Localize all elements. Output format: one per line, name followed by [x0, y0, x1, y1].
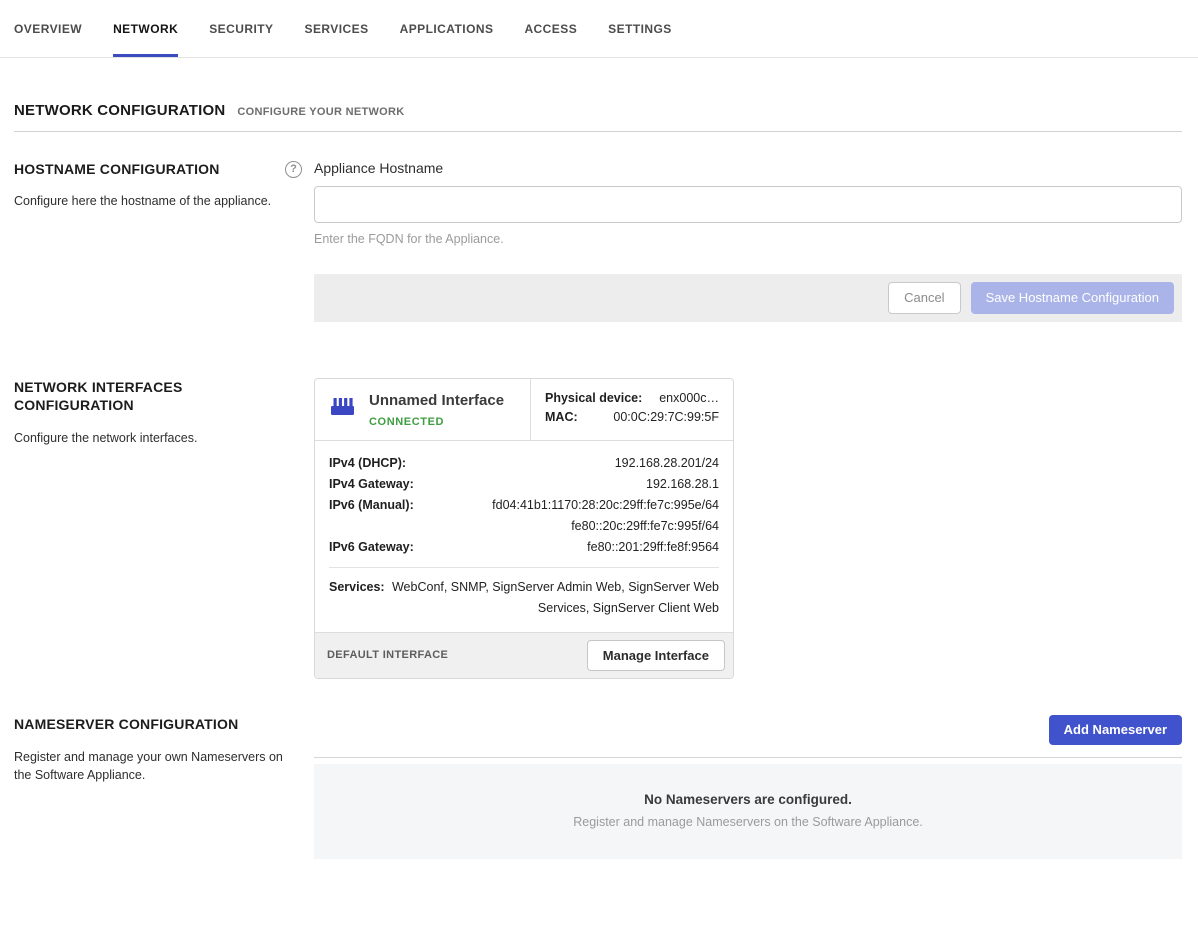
tab-services[interactable]: SERVICES	[305, 0, 369, 57]
manage-interface-button[interactable]: Manage Interface	[587, 640, 725, 672]
row-label: IPv6 Gateway:	[329, 537, 414, 558]
interfaces-section-aside: NETWORK INTERFACES CONFIGURATION Configu…	[14, 378, 314, 680]
interface-card-footer: DEFAULT INTERFACE Manage Interface	[315, 632, 733, 679]
ipv4-dhcp-row: IPv4 (DHCP): 192.168.28.201/24	[329, 453, 719, 474]
cancel-button[interactable]: Cancel	[888, 282, 960, 314]
row-value: fd04:41b1:1170:28:20c:29ff:fe7c:995e/64 …	[414, 495, 719, 537]
physical-device-row: Physical device: enx000c…	[545, 391, 719, 405]
nameserver-section-desc: Register and manage your own Nameservers…	[14, 748, 302, 786]
add-nameserver-button[interactable]: Add Nameserver	[1049, 715, 1182, 745]
services-label: Services:	[329, 577, 385, 619]
physical-device-value: enx000c…	[659, 391, 719, 405]
interface-status-badge: CONNECTED	[369, 416, 504, 428]
nameserver-empty-state: No Nameservers are configured. Register …	[314, 764, 1182, 859]
page-title: NETWORK CONFIGURATION	[14, 102, 225, 119]
mac-row: MAC: 00:0C:29:7C:99:5F	[545, 410, 719, 424]
interface-name: Unnamed Interface	[369, 392, 504, 409]
page-header: NETWORK CONFIGURATION CONFIGURE YOUR NET…	[14, 102, 1182, 119]
hostname-section-desc: Configure here the hostname of the appli…	[14, 192, 302, 211]
nameserver-section-title: NAMESERVER CONFIGURATION	[14, 715, 246, 733]
mac-label: MAC:	[545, 410, 578, 424]
tab-applications[interactable]: APPLICATIONS	[400, 0, 494, 57]
ipv6-address-1: fd04:41b1:1170:28:20c:29ff:fe7c:995e/64	[414, 495, 719, 516]
row-label: IPv4 (DHCP):	[329, 453, 406, 474]
nameserver-divider	[314, 757, 1182, 758]
nameserver-toolbar: Add Nameserver	[314, 715, 1182, 745]
ipv6-manual-row: IPv6 (Manual): fd04:41b1:1170:28:20c:29f…	[329, 495, 719, 537]
physical-device-label: Physical device:	[545, 391, 642, 405]
services-value: WebConf, SNMP, SignServer Admin Web, Sig…	[385, 577, 719, 619]
interface-card: Unnamed Interface CONNECTED Physical dev…	[314, 378, 734, 680]
network-hub-icon	[329, 395, 356, 428]
hostname-button-bar: Cancel Save Hostname Configuration	[314, 274, 1182, 322]
tab-overview[interactable]: OVERVIEW	[14, 0, 82, 57]
services-row: Services: WebConf, SNMP, SignServer Admi…	[329, 567, 719, 619]
row-value: 192.168.28.201/24	[406, 453, 719, 474]
hostname-section-title: HOSTNAME CONFIGURATION	[14, 160, 220, 178]
ipv6-address-2: fe80::20c:29ff:fe7c:995f/64	[414, 516, 719, 537]
interfaces-section-desc: Configure the network interfaces.	[14, 429, 302, 448]
appliance-hostname-label: Appliance Hostname	[314, 160, 1182, 176]
page-subtitle: CONFIGURE YOUR NETWORK	[237, 106, 404, 118]
tab-security[interactable]: SECURITY	[209, 0, 273, 57]
hostname-help-text: Enter the FQDN for the Appliance.	[314, 232, 1182, 246]
top-navigation: OVERVIEW NETWORK SECURITY SERVICES APPLI…	[0, 0, 1198, 58]
row-value: fe80::201:29ff:fe8f:9564	[414, 537, 719, 558]
tab-access[interactable]: ACCESS	[524, 0, 577, 57]
ipv4-gateway-row: IPv4 Gateway: 192.168.28.1	[329, 474, 719, 495]
nameserver-section-aside: NAMESERVER CONFIGURATION Register and ma…	[14, 715, 314, 859]
hostname-section-aside: HOSTNAME CONFIGURATION ? Configure here …	[14, 160, 314, 322]
appliance-hostname-input[interactable]	[314, 186, 1182, 223]
interfaces-section: NETWORK INTERFACES CONFIGURATION Configu…	[14, 378, 1182, 680]
interface-card-header: Unnamed Interface CONNECTED Physical dev…	[315, 379, 733, 441]
empty-state-desc: Register and manage Nameservers on the S…	[334, 815, 1162, 829]
help-icon[interactable]: ?	[285, 161, 302, 178]
row-label: IPv4 Gateway:	[329, 474, 414, 495]
row-value: 192.168.28.1	[414, 474, 719, 495]
interface-card-body: IPv4 (DHCP): 192.168.28.201/24 IPv4 Gate…	[315, 441, 733, 632]
tab-settings[interactable]: SETTINGS	[608, 0, 672, 57]
hostname-section: HOSTNAME CONFIGURATION ? Configure here …	[14, 160, 1182, 322]
default-interface-label: DEFAULT INTERFACE	[327, 649, 448, 661]
mac-value: 00:0C:29:7C:99:5F	[613, 410, 719, 424]
tab-network[interactable]: NETWORK	[113, 0, 178, 57]
ipv6-gateway-row: IPv6 Gateway: fe80::201:29ff:fe8f:9564	[329, 537, 719, 558]
save-hostname-button[interactable]: Save Hostname Configuration	[971, 282, 1174, 314]
interfaces-section-title: NETWORK INTERFACES CONFIGURATION	[14, 378, 246, 415]
row-label: IPv6 (Manual):	[329, 495, 414, 537]
empty-state-title: No Nameservers are configured.	[334, 792, 1162, 807]
nameserver-section: NAMESERVER CONFIGURATION Register and ma…	[14, 715, 1182, 859]
header-divider	[14, 131, 1182, 132]
